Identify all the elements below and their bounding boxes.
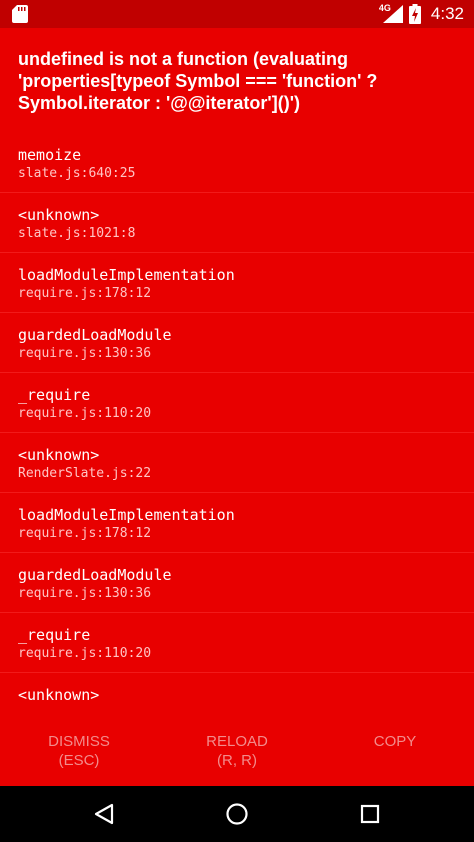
stack-frame[interactable]: <unknown> slate.js:1021:8: [0, 193, 474, 253]
battery-charging-icon: [408, 4, 421, 24]
home-button[interactable]: [197, 786, 277, 842]
frame-method: _require: [18, 626, 91, 644]
copy-label: Copy: [373, 733, 417, 750]
frame-location: require.js:178:12: [18, 286, 152, 301]
navigation-bar: [0, 786, 474, 842]
back-button[interactable]: [64, 786, 144, 842]
stack-frame[interactable]: loadModuleImplementation require.js:178:…: [0, 493, 474, 553]
frame-location: slate.js:1021:8: [18, 226, 136, 241]
frame-method: guardedLoadModule: [18, 326, 172, 344]
frame-location: require.js:130:36: [18, 346, 152, 361]
frame-location: slate.js:640:25: [18, 166, 136, 181]
stack-frame[interactable]: guardedLoadModule require.js:130:36: [0, 553, 474, 613]
frame-method: guardedLoadModule: [18, 566, 172, 584]
stack-frame[interactable]: _require require.js:110:20: [0, 613, 474, 673]
stack-frame[interactable]: <unknown> RenderSlate.js:22: [0, 433, 474, 493]
frame-location: require.js:178:12: [18, 526, 152, 541]
recents-button[interactable]: [330, 786, 410, 842]
network-type: 4G: [378, 3, 391, 13]
status-icons: 4G 4:32: [379, 0, 464, 28]
redbox-button-bar: Dismiss (ESC) Reload (R, R) Copy: [0, 722, 474, 786]
stack-trace[interactable]: memoize slate.js:640:25 <unknown> slate.…: [0, 133, 474, 715]
status-bar: 4G 4:32: [0, 0, 474, 28]
frame-method: memoize: [18, 146, 82, 164]
home-icon: [226, 803, 248, 825]
reload-shortcut: (R, R): [217, 752, 257, 769]
sd-card-icon: [12, 5, 28, 23]
dismiss-shortcut: (ESC): [58, 752, 100, 769]
stack-frame[interactable]: _require require.js:110:20: [0, 373, 474, 433]
back-icon: [94, 803, 114, 825]
stack-frame[interactable]: memoize slate.js:640:25: [0, 133, 474, 193]
frame-method: <unknown>: [18, 446, 100, 464]
frame-method: <unknown>: [18, 206, 100, 224]
frame-method: <unknown>: [18, 686, 100, 704]
frame-method: loadModuleImplementation: [18, 506, 235, 524]
dismiss-button[interactable]: Dismiss (ESC): [0, 722, 158, 786]
stack-frame[interactable]: <unknown>: [0, 673, 474, 715]
dismiss-label: Dismiss: [48, 733, 110, 750]
recents-icon: [360, 804, 380, 824]
frame-location: require.js:110:20: [18, 406, 152, 421]
frame-location: RenderSlate.js:22: [18, 466, 152, 481]
reload-button[interactable]: Reload (R, R): [158, 722, 316, 786]
frame-method: _require: [18, 386, 91, 404]
copy-button[interactable]: Copy: [316, 722, 474, 786]
frame-location: require.js:130:36: [18, 586, 152, 601]
error-message: undefined is not a function (evaluating …: [18, 49, 378, 113]
stack-frame[interactable]: guardedLoadModule require.js:130:36: [0, 313, 474, 373]
frame-location: require.js:110:20: [18, 646, 152, 661]
frame-method: loadModuleImplementation: [18, 266, 235, 284]
clock: 4:32: [430, 4, 464, 23]
reload-label: Reload: [206, 733, 268, 750]
stack-frame[interactable]: loadModuleImplementation require.js:178:…: [0, 253, 474, 313]
